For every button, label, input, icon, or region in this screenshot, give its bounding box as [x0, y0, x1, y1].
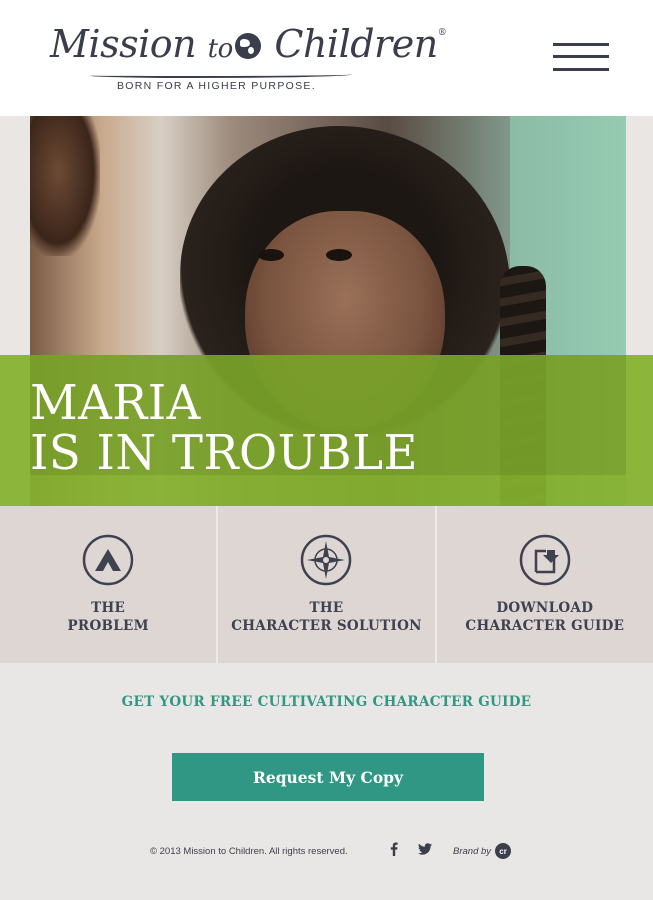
brand-credit[interactable]: Brand by cr	[453, 843, 512, 859]
globe-icon	[234, 33, 261, 59]
hero-title-line-2: IS IN TROUBLE	[30, 425, 418, 481]
cta-heading: GET YOUR FREE CULTIVATING CHARACTER GUID…	[121, 694, 532, 710]
feature-label: THE PROBLEM	[67, 600, 149, 634]
download-icon	[519, 534, 571, 586]
feature-download-guide[interactable]: DOWNLOAD CHARACTER GUIDE	[434, 506, 653, 663]
site-header: Mission to Children® BORN FOR A HIGHER P…	[0, 0, 653, 116]
logo-wordmark: Mission to Children®	[50, 22, 447, 66]
hamburger-menu-icon[interactable]	[553, 43, 609, 73]
brand-logo-icon: cr	[495, 843, 512, 859]
request-copy-button[interactable]: Request My Copy	[172, 753, 484, 801]
feature-label: THE CHARACTER SOLUTION	[231, 600, 422, 634]
feature-the-problem[interactable]: THE PROBLEM	[0, 506, 216, 663]
brand-by-label: Brand by	[453, 845, 492, 857]
feature-label: DOWNLOAD CHARACTER GUIDE	[465, 600, 625, 634]
site-logo[interactable]: Mission to Children® BORN FOR A HIGHER P…	[50, 22, 447, 97]
twitter-icon[interactable]	[418, 842, 432, 856]
hero-title: MARIA IS IN TROUBLE	[30, 378, 418, 478]
hero-title-line-1: MARIA	[30, 375, 201, 431]
feature-character-solution[interactable]: THE CHARACTER SOLUTION	[216, 506, 434, 663]
mountain-icon	[82, 534, 134, 586]
logo-underline	[90, 72, 352, 78]
copyright-text: © 2013 Mission to Children. All rights r…	[150, 846, 348, 857]
facebook-icon[interactable]	[390, 842, 398, 856]
logo-tagline: BORN FOR A HIGHER PURPOSE.	[117, 80, 316, 92]
compass-icon	[301, 534, 352, 586]
feature-strip: THE PROBLEM THE CHARACTER SOLUTION DOWNL…	[0, 506, 653, 663]
